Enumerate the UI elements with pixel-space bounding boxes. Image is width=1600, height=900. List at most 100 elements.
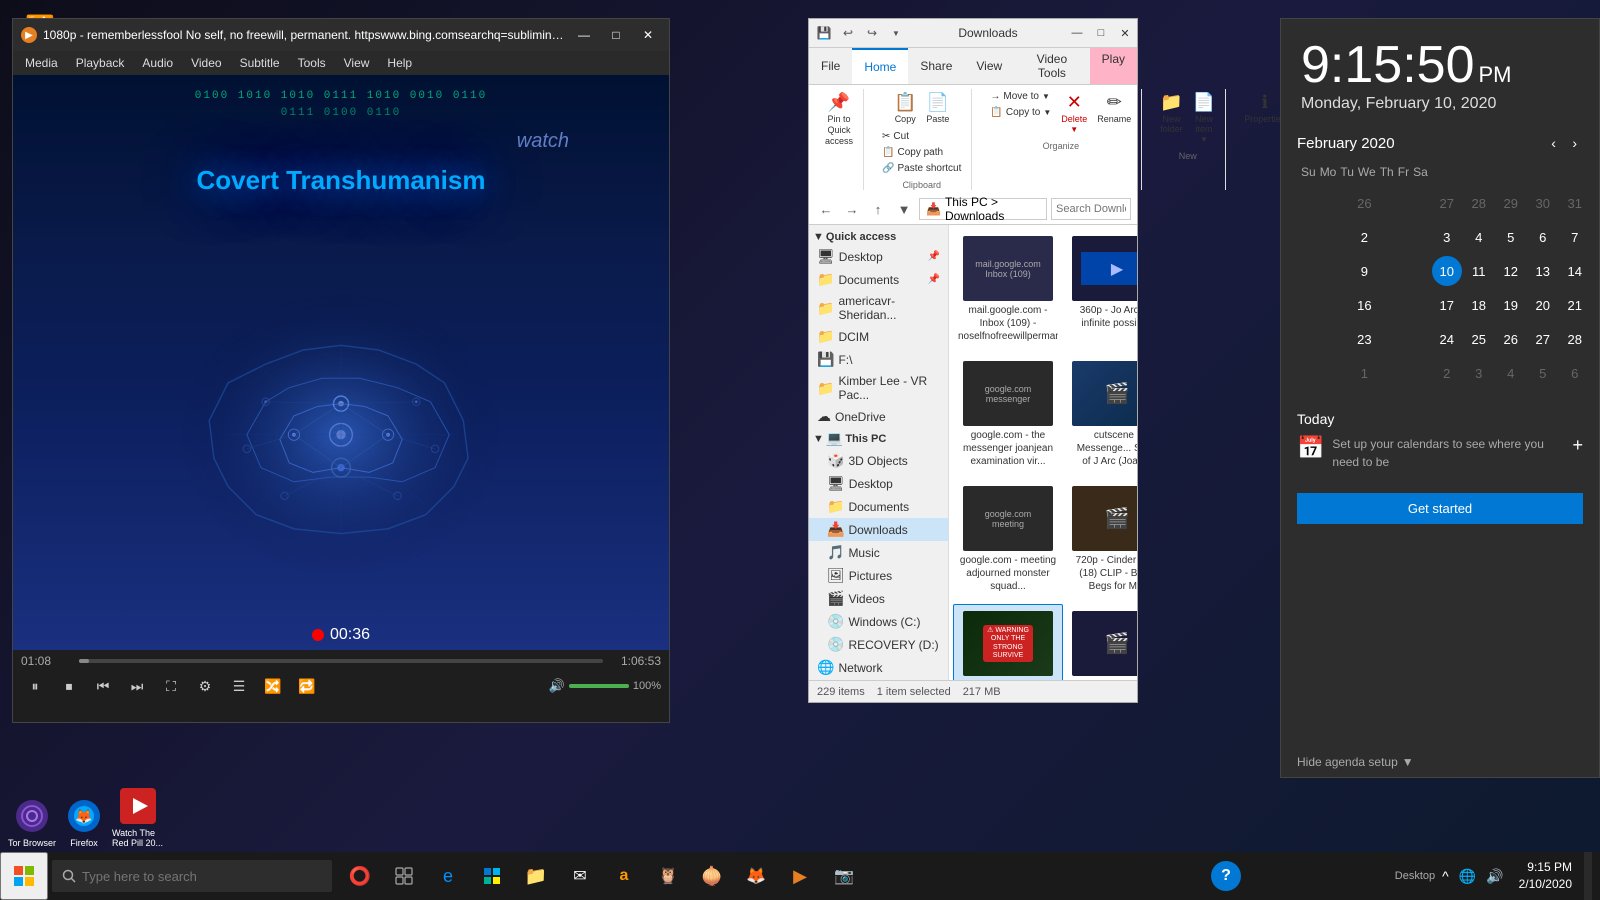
cal-day-7b[interactable]: 7: [1592, 358, 1600, 388]
this-pc-section[interactable]: ▼ 💻 This PC: [809, 428, 948, 449]
tab-share[interactable]: Share: [908, 48, 964, 84]
vlc-menu-video[interactable]: Video: [183, 54, 229, 72]
search-input-taskbar[interactable]: [82, 869, 282, 884]
vlc-menu-view[interactable]: View: [336, 54, 378, 72]
vlc-shuffle-button[interactable]: 🔀: [259, 672, 287, 700]
vlc-fullscreen-button[interactable]: ⛶: [157, 672, 185, 700]
taskbar-clock[interactable]: 9:15 PM 2/10/2020: [1511, 859, 1580, 893]
copy-path-button[interactable]: 📋 Copy path: [878, 145, 965, 160]
cal-day-10-today[interactable]: 10: [1432, 256, 1462, 286]
tab-video-tools[interactable]: Video Tools: [1014, 48, 1089, 84]
sidebar-item-kimber[interactable]: 📁 Kimber Lee - VR Pac...: [809, 371, 948, 405]
up-button[interactable]: ↑: [867, 198, 889, 220]
taskbar-search-box[interactable]: [52, 860, 332, 892]
help-button[interactable]: ?: [1211, 861, 1241, 891]
taskbar-firefox2-icon[interactable]: 🦊: [736, 852, 776, 900]
qa-redo-button[interactable]: ↪: [861, 22, 883, 44]
cal-day-29a[interactable]: 29: [1496, 188, 1526, 218]
search-input[interactable]: [1056, 203, 1126, 215]
explorer-maximize-button[interactable]: □: [1089, 21, 1113, 45]
vlc-next-button[interactable]: ⏭: [123, 672, 151, 700]
cal-day-4b[interactable]: 4: [1496, 358, 1526, 388]
calendar-next-button[interactable]: ›: [1566, 133, 1583, 153]
vlc-play-pause-button[interactable]: ⏸: [21, 672, 49, 700]
vlc-volume-bar[interactable]: [569, 684, 629, 688]
vlc-menu-help[interactable]: Help: [379, 54, 420, 72]
rename-button[interactable]: ✏ Rename: [1093, 89, 1135, 127]
vlc-loop-button[interactable]: 🔁: [293, 672, 321, 700]
tab-file[interactable]: File: [809, 48, 852, 84]
qa-save-button[interactable]: 💾: [813, 22, 835, 44]
cal-day-2b[interactable]: 2: [1432, 358, 1462, 388]
cal-day-22[interactable]: 22: [1592, 290, 1600, 320]
vlc-seekbar[interactable]: [79, 659, 603, 663]
cal-day-30a[interactable]: 30: [1528, 188, 1558, 218]
cal-day-3b[interactable]: 3: [1464, 358, 1494, 388]
sidebar-item-desktop[interactable]: 🖥 Desktop 📌: [809, 245, 948, 268]
cal-day-13[interactable]: 13: [1528, 256, 1558, 286]
cal-day-20[interactable]: 20: [1528, 290, 1558, 320]
quick-access-section[interactable]: ▼ Quick access: [809, 229, 948, 245]
cal-day-24[interactable]: 24: [1432, 324, 1462, 354]
sidebar-item-pictures[interactable]: 🖼 Pictures: [809, 564, 948, 587]
file-item-3[interactable]: 🎬 cutscene - Messenge... Story of J Arc …: [1067, 354, 1137, 475]
calendar-prev-button[interactable]: ‹: [1545, 133, 1562, 153]
taskbar-edge-icon[interactable]: e: [428, 852, 468, 900]
taskbar-amazon-icon[interactable]: a: [604, 852, 644, 900]
add-event-button[interactable]: +: [1572, 435, 1583, 456]
get-started-button[interactable]: Get started: [1297, 493, 1583, 524]
sidebar-item-americavr[interactable]: 📁 americavr-Sheridan...: [809, 291, 948, 325]
cal-day-12[interactable]: 12: [1496, 256, 1526, 286]
cal-day-21[interactable]: 21: [1560, 290, 1590, 320]
taskbar-camera-icon[interactable]: 📷: [824, 852, 864, 900]
cal-day-29b[interactable]: 29: [1592, 324, 1600, 354]
taskbar-store-icon[interactable]: [472, 852, 512, 900]
sidebar-item-music[interactable]: 🎵 Music: [809, 541, 948, 564]
tray-network-icon[interactable]: 🌐: [1456, 868, 1479, 885]
cal-day-11[interactable]: 11: [1464, 256, 1494, 286]
sidebar-item-onedrive[interactable]: ☁ OneDrive: [809, 405, 948, 428]
tab-play[interactable]: Play: [1090, 48, 1137, 84]
sidebar-item-dcim[interactable]: 📁 DCIM: [809, 325, 948, 348]
paste-button[interactable]: 📄 Paste: [922, 89, 953, 127]
vlc-close-button[interactable]: ✕: [635, 22, 661, 48]
vlc-maximize-button[interactable]: □: [603, 22, 629, 48]
taskbar-task-view-icon[interactable]: [384, 852, 424, 900]
sidebar-item-documents2[interactable]: 📁 Documents: [809, 495, 948, 518]
qa-undo-button[interactable]: ↩: [837, 22, 859, 44]
paste-shortcut-button[interactable]: 🔗 Paste shortcut: [878, 161, 965, 176]
cal-day-7[interactable]: 7: [1560, 222, 1590, 252]
cal-day-4[interactable]: 4: [1464, 222, 1494, 252]
cal-day-5b[interactable]: 5: [1528, 358, 1558, 388]
taskbar-cortana-icon[interactable]: ⭕: [340, 852, 380, 900]
show-desktop-button[interactable]: [1584, 852, 1592, 900]
sidebar-item-windows-c[interactable]: 💿 Windows (C:): [809, 610, 948, 633]
file-item-0[interactable]: mail.google.comInbox (109) mail.google.c…: [953, 229, 1063, 350]
cal-day-25[interactable]: 25: [1464, 324, 1494, 354]
cal-day-27b[interactable]: 27: [1528, 324, 1558, 354]
taskbar-vlc2-icon[interactable]: ▶: [780, 852, 820, 900]
cal-day-8[interactable]: 8: [1592, 222, 1600, 252]
back-button[interactable]: ←: [815, 198, 837, 220]
cal-day-26b[interactable]: 26: [1496, 324, 1526, 354]
cal-day-5[interactable]: 5: [1496, 222, 1526, 252]
sidebar-item-3d-objects[interactable]: 🎲 3D Objects: [809, 449, 948, 472]
tray-chevron[interactable]: ^: [1439, 868, 1452, 884]
vlc-menu-tools[interactable]: Tools: [290, 54, 334, 72]
cal-day-1b[interactable]: 1: [1349, 358, 1379, 388]
start-button[interactable]: [0, 852, 48, 900]
taskbar-mail-icon[interactable]: ✉: [560, 852, 600, 900]
cal-day-17[interactable]: 17: [1432, 290, 1462, 320]
bottom-app-watch[interactable]: Watch TheRed Pill 20...: [112, 786, 163, 848]
explorer-close-button[interactable]: ✕: [1113, 21, 1137, 45]
cal-day-6[interactable]: 6: [1528, 222, 1558, 252]
new-folder-button[interactable]: 📁 Newfolder: [1156, 89, 1187, 137]
qa-dropdown-button[interactable]: ▼: [885, 22, 907, 44]
cal-day-19[interactable]: 19: [1496, 290, 1526, 320]
taskbar-tripadvisor-icon[interactable]: 🦉: [648, 852, 688, 900]
file-item-2[interactable]: google.commessenger google.com - the mes…: [953, 354, 1063, 475]
file-item-1[interactable]: ▶ 360p - Jo Arc vs. infinite possibi...: [1067, 229, 1137, 350]
vlc-stop-button[interactable]: ⏹: [55, 672, 83, 700]
cal-day-23[interactable]: 23: [1349, 324, 1379, 354]
sidebar-item-f-drive[interactable]: 💾 F:\: [809, 348, 948, 371]
